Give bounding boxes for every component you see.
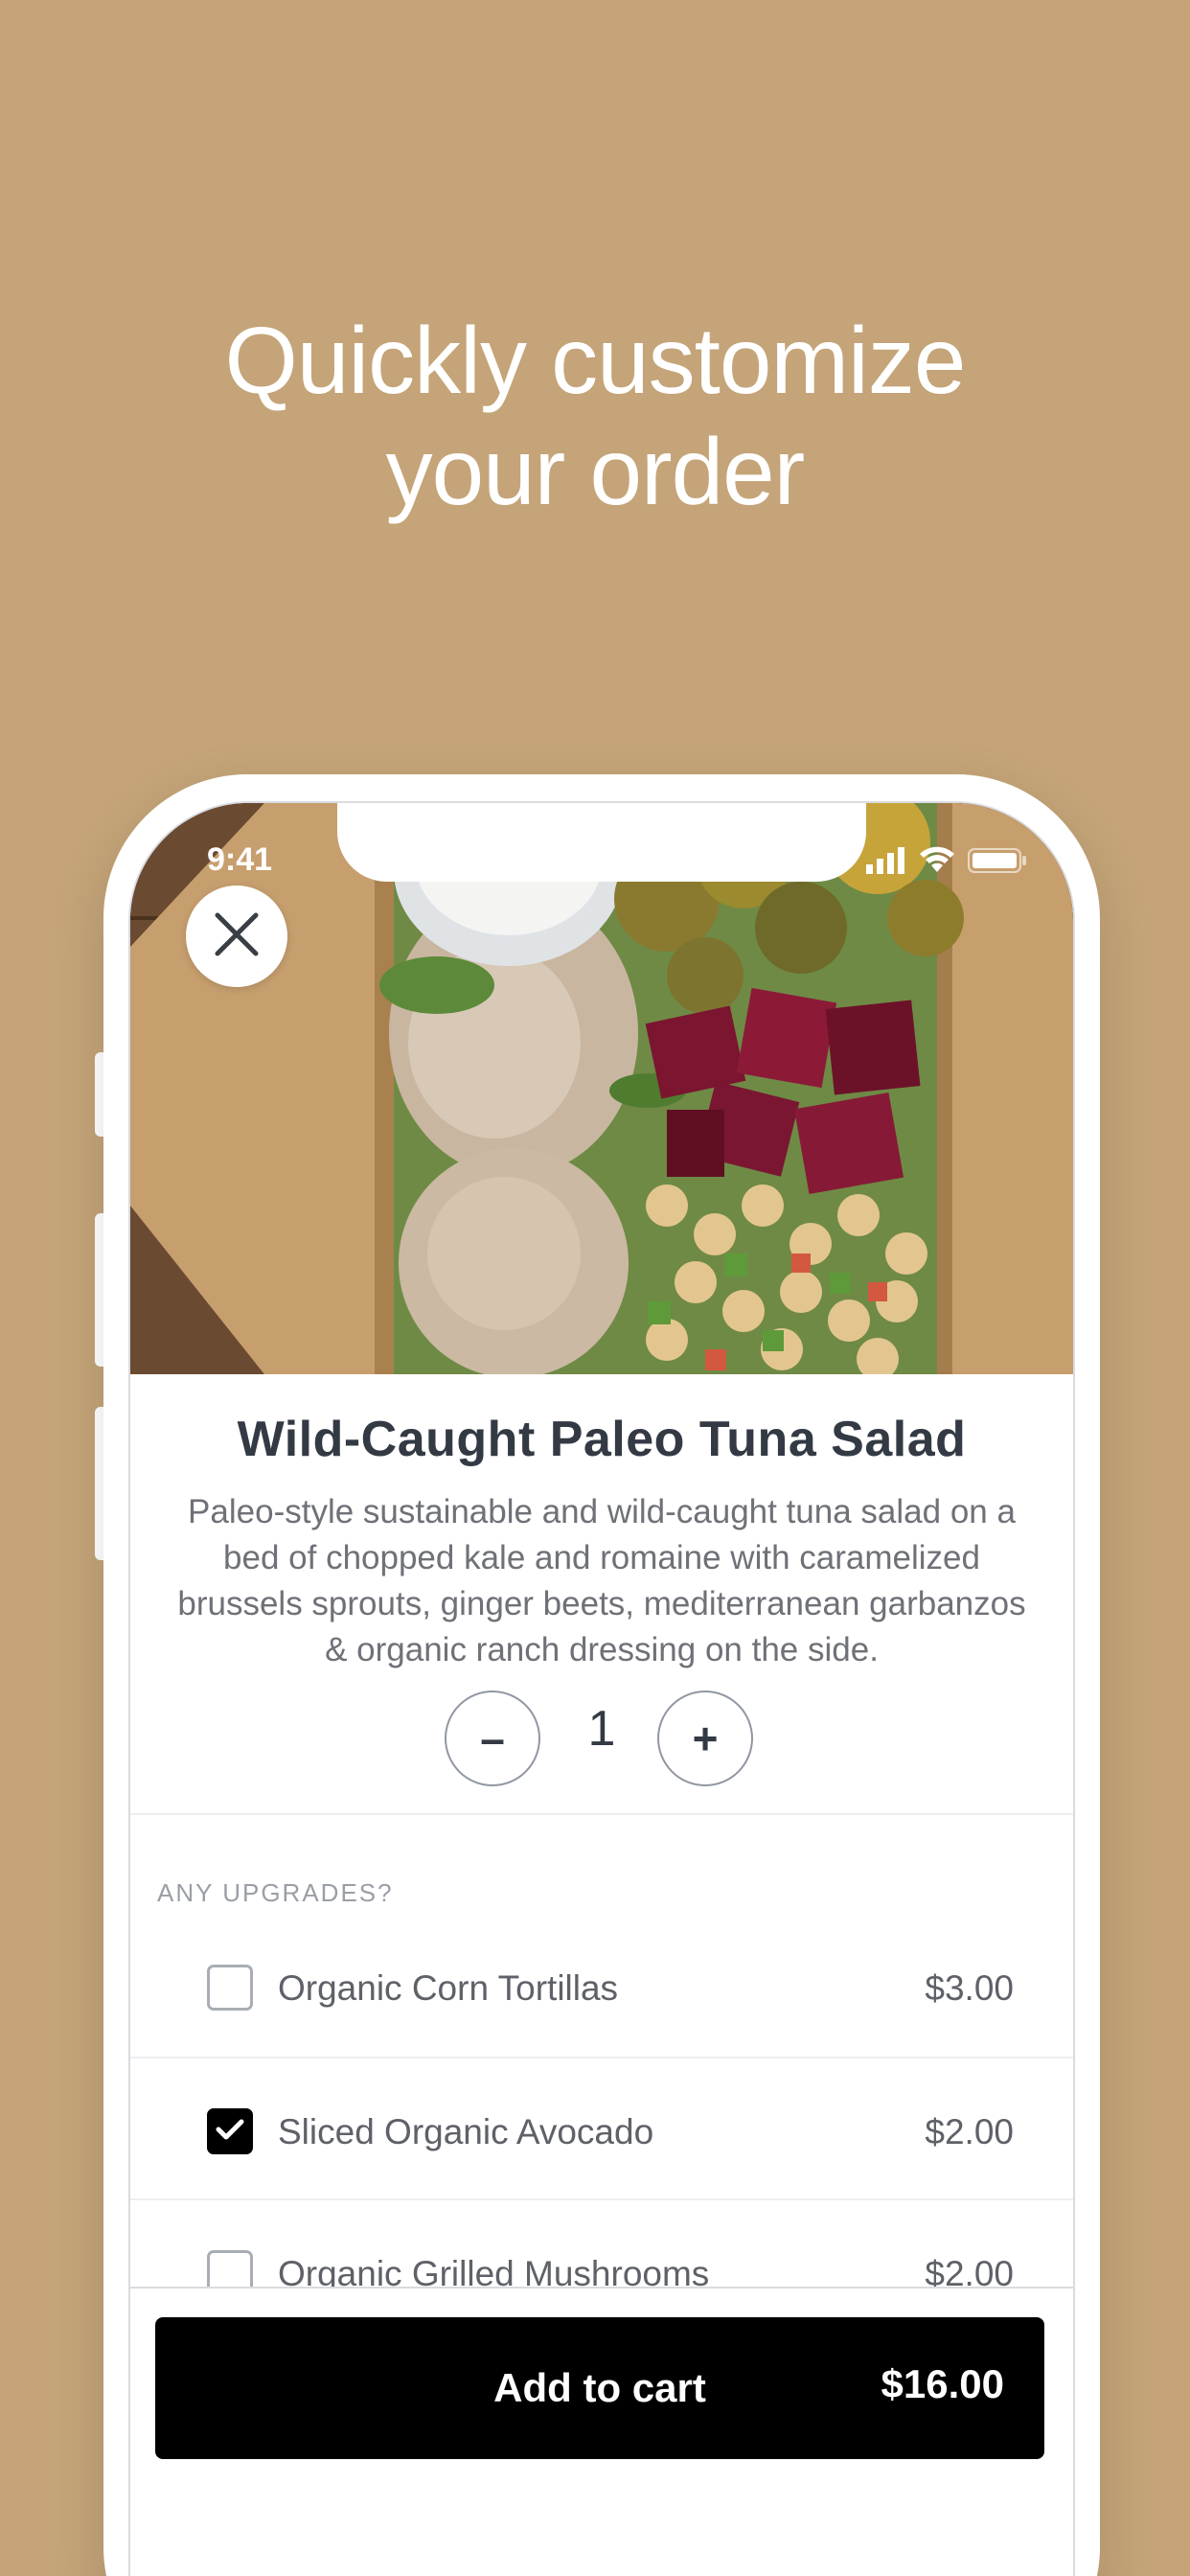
close-button[interactable] [186, 886, 287, 987]
wifi-icon [918, 845, 956, 879]
promo-headline-line2: your order [385, 419, 806, 524]
bottom-bar: Add to cart $16.00 [130, 2287, 1073, 2576]
status-time: 9:41 [207, 841, 273, 878]
upgrade-price: $2.00 [925, 2112, 1014, 2151]
product-title: Wild-Caught Paleo Tuna Salad [237, 1412, 967, 1467]
phone-notch [337, 803, 866, 882]
upgrade-row[interactable]: Organic Corn Tortillas $3.00 [130, 1915, 1073, 2057]
increment-button[interactable]: + [657, 1690, 753, 1786]
signal-icon [866, 847, 906, 879]
upgrade-checkbox-checked[interactable] [207, 2108, 253, 2154]
upgrade-name: Organic Corn Tortillas [278, 1968, 619, 2008]
promo-headline-line1: Quickly customize [224, 308, 967, 413]
cart-total: $16.00 [881, 2361, 1004, 2406]
status-icons [866, 845, 1027, 879]
phone-screen: 9:41 Wild-Caught Paleo Tuna Salad Paleo-… [128, 801, 1075, 2576]
quantity-value: 1 [587, 1701, 616, 1757]
add-to-cart-button[interactable]: Add to cart $16.00 [155, 2317, 1044, 2459]
decrement-button[interactable]: – [445, 1690, 540, 1786]
product-photo [130, 803, 1073, 1374]
upgrade-price: $3.00 [925, 1968, 1014, 2008]
product-description: Paleo-style sustainable and wild-caught … [177, 1493, 1026, 1668]
upgrade-checkbox[interactable] [207, 1965, 253, 2011]
checkmark-icon [216, 2118, 244, 2146]
promo-headline: Quickly customize your order [0, 305, 1190, 527]
upgrade-row[interactable]: Sliced Organic Avocado $2.00 [130, 2058, 1073, 2200]
promo-page: Quickly customize your order 9:41 Wild-C… [0, 0, 1190, 2576]
quantity-stepper: – 1 + [130, 1690, 1073, 1786]
close-icon [212, 909, 262, 964]
upgrades-section-label: ANY UPGRADES? [157, 1878, 394, 1907]
battery-icon [968, 847, 1027, 879]
divider [130, 1813, 1073, 1815]
upgrade-name: Sliced Organic Avocado [278, 2112, 654, 2151]
